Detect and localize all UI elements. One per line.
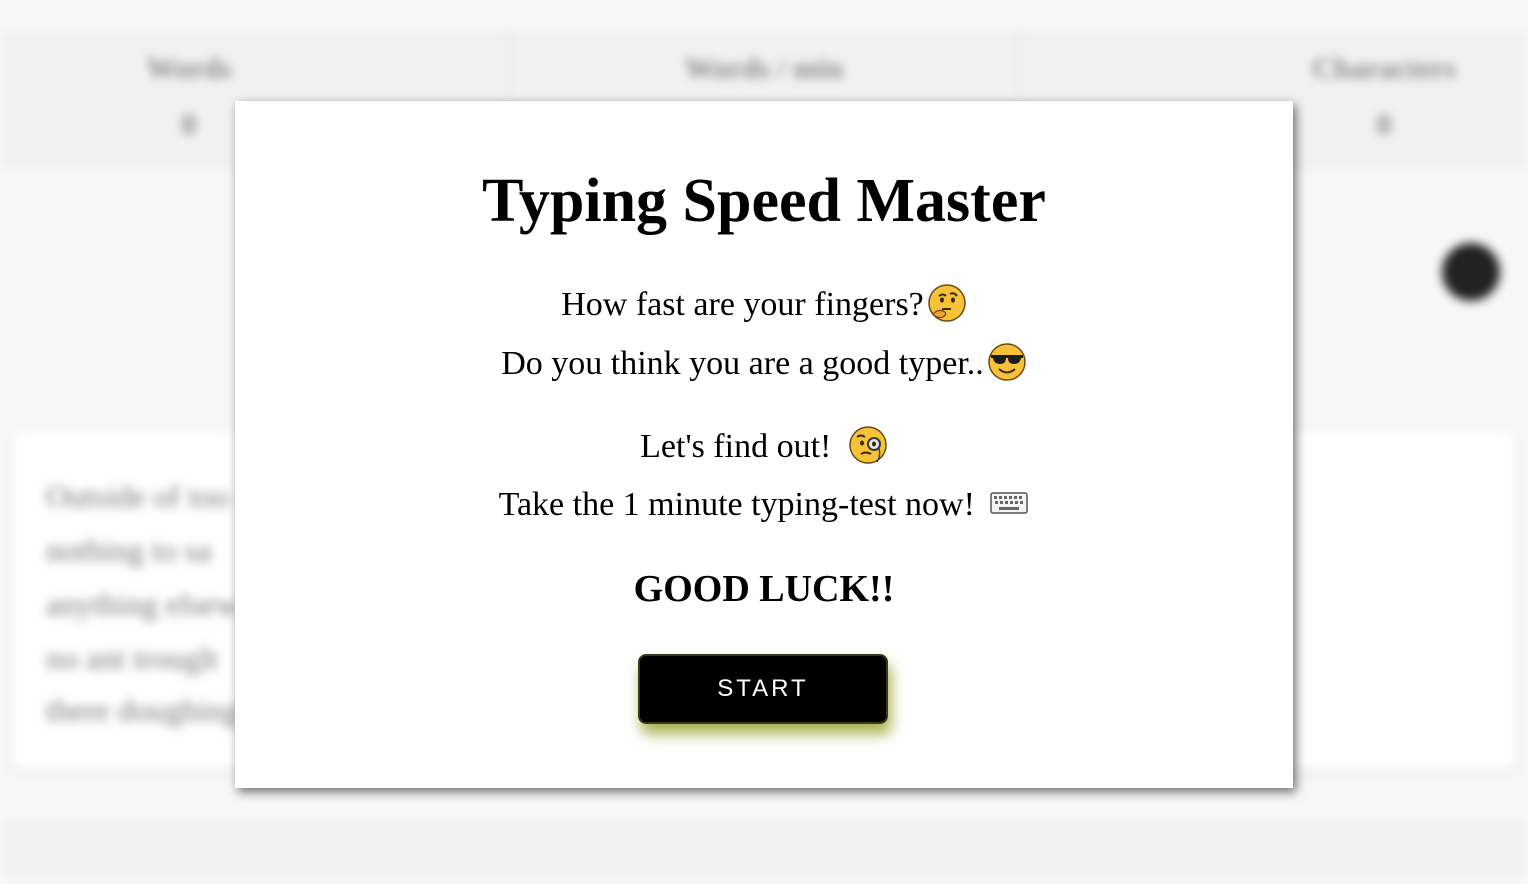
text-line: there doughing <box>46 692 239 728</box>
text-line: anything elsew <box>46 586 239 622</box>
start-button[interactable]: START <box>638 654 888 724</box>
text-line: Outside of too <box>46 478 230 514</box>
text-line: no ant trouglt <box>46 640 219 676</box>
modal-line-3: Let's find out! <box>235 425 1293 468</box>
footer <box>0 820 1528 880</box>
monocle-face-icon <box>849 426 887 464</box>
modal-title: Typing Speed Master <box>482 167 1046 235</box>
modal-line-1-text: How fast are your fingers? <box>561 286 924 323</box>
text-line: nothing to sa <box>46 532 212 568</box>
sunglasses-face-icon <box>988 343 1026 381</box>
modal-line-2-text: Do you think you are a good typer.. <box>501 345 984 382</box>
keyboard-icon <box>990 492 1029 514</box>
welcome-modal: Typing Speed Master How fast are your fi… <box>235 101 1293 788</box>
modal-line-3-text: Let's find out! <box>640 428 832 465</box>
modal-line-1: How fast are your fingers? <box>235 283 1293 326</box>
stat-label: Words / min <box>684 52 844 85</box>
stat-label: Words <box>146 52 232 85</box>
modal-line-4: Take the 1 minute typing-test now! <box>235 483 1293 526</box>
modal-line-2: Do you think you are a good typer.. <box>235 342 1293 385</box>
modal-line-4-text: Take the 1 minute typing-test now! <box>498 486 975 523</box>
theme-toggle-button[interactable] <box>1442 243 1500 301</box>
thinking-face-icon <box>928 284 966 322</box>
stat-label: Characters <box>1312 52 1456 85</box>
good-luck-text: GOOD LUCK!! <box>633 568 895 610</box>
